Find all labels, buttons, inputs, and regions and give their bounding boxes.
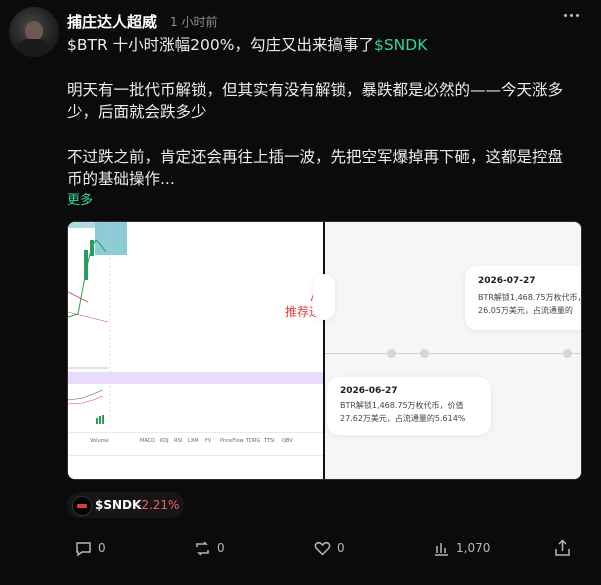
unlock-card-top: 2026-07-27 BTR解锁1,468.75万枚代币， 26.05万美元，占… xyxy=(465,266,582,330)
indicator-tab: TDRG xyxy=(246,438,261,444)
unlock-detail-line: BTR解锁1,468.75万枚代币，价值 xyxy=(340,401,464,410)
unlock-card-partial xyxy=(313,274,335,320)
unlock-detail-line: BTR解锁1,468.75万枚代币， xyxy=(478,293,582,302)
indicator-tab: KDJ xyxy=(160,438,169,444)
repost-icon xyxy=(196,541,209,556)
chart-screenshot: Volume MACD KDJ RSI LXM FV PriceFlow TDR… xyxy=(68,222,331,479)
post-text-para2-line1: 明天有一批代币解锁，但其实有没有解锁，暴跌都是必然的——今天涨多 xyxy=(67,81,564,99)
ticker-symbol: $SNDK xyxy=(95,498,142,512)
timeline-dot xyxy=(387,349,396,358)
post-time: 1 小时前 xyxy=(170,15,218,29)
indicator-tab: Volume xyxy=(90,438,109,444)
indicator-tab: FV xyxy=(205,438,212,444)
post-text-main: $BTR 十小时涨幅200%，勾庄又出来搞事了 xyxy=(67,36,374,54)
show-more-link[interactable]: 更多 xyxy=(67,189,93,208)
ticker-tag[interactable]: $SNDK -2.21% xyxy=(67,492,184,518)
comment-count: 0 xyxy=(98,541,106,555)
bar-chart-icon xyxy=(435,543,448,556)
heart-icon xyxy=(314,542,331,556)
views-count: 1,070 xyxy=(456,541,491,555)
indicator-tab: PriceFlow xyxy=(220,438,244,444)
axis-line xyxy=(68,432,323,433)
post-text-para3-line2: 币的基础操作... xyxy=(67,170,175,188)
cashtag-link[interactable]: $SNDK xyxy=(374,36,427,54)
unlock-detail-line: 26.05万美元，占流通量的 xyxy=(478,306,573,315)
more-options-icon[interactable] xyxy=(561,8,583,24)
indicator-tab: RSI xyxy=(174,438,183,444)
unlock-date: 2026-07-27 xyxy=(478,276,536,286)
post-text-para2-line2: 少，后面就会跌多少 xyxy=(67,103,207,121)
post-text-para3-line1: 不过跌之前，肯定还会再往上插一波，先把空军爆掉再下砸，这都是控盘 xyxy=(67,148,564,166)
unlock-timeline: 2026-07-27 BTR解锁1,468.75万枚代币， 26.05万美元，占… xyxy=(313,222,582,479)
indicator-tab: OBV xyxy=(282,438,293,444)
repost-count: 0 xyxy=(217,541,225,555)
post-text-line1: $BTR 十小时涨幅200%，勾庄又出来搞事了$SNDK xyxy=(67,34,592,56)
unlock-detail: BTR解锁1,468.75万枚代币，价值 27.62万美元，占流通量的5.614… xyxy=(340,399,510,425)
media-image[interactable]: Volume MACD KDJ RSI LXM FV PriceFlow TDR… xyxy=(67,221,582,480)
comment-icon xyxy=(76,542,91,557)
author-name[interactable]: 捕庄达人超威 xyxy=(67,11,157,32)
avatar[interactable] xyxy=(9,7,59,57)
unlock-date: 2026-06-27 xyxy=(340,386,398,396)
timeline-dot xyxy=(420,349,429,358)
indicator-tab: TTSI xyxy=(264,438,275,444)
sndk-logo-icon xyxy=(72,496,92,516)
indicator-tab: LXM xyxy=(188,438,199,444)
indicator-band xyxy=(68,372,323,384)
unlock-detail: BTR解锁1,468.75万枚代币， 26.05万美元，占流通量的 xyxy=(478,291,582,317)
unlock-detail-line: 27.62万美元，占流通量的5.614% xyxy=(340,414,466,423)
share-icon xyxy=(555,539,570,556)
share-button[interactable] xyxy=(554,539,571,561)
like-count: 0 xyxy=(337,541,345,555)
indicator-tab: MACD xyxy=(140,438,155,444)
timeline-dot xyxy=(563,349,572,358)
timeline-line xyxy=(325,353,581,354)
axis-line-2 xyxy=(68,455,323,456)
unlock-card-bottom: 2026-06-27 BTR解锁1,468.75万枚代币，价值 27.62万美元… xyxy=(327,377,491,435)
ticker-change: -2.21% xyxy=(137,498,180,512)
